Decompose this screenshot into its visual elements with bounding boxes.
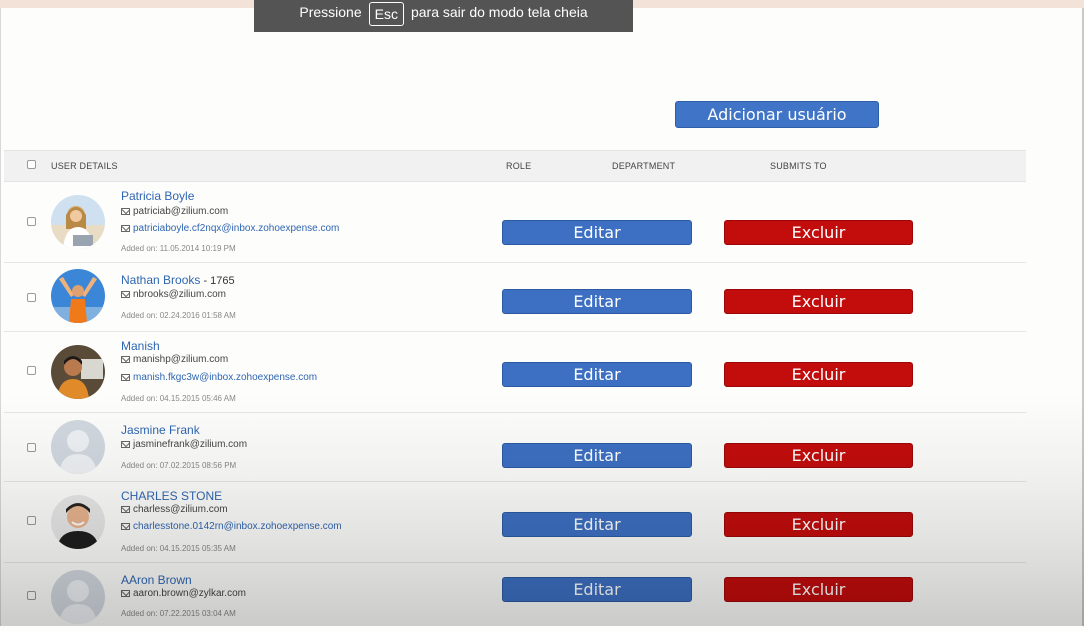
avatar xyxy=(51,495,105,549)
avatar xyxy=(51,570,105,624)
added-on: Added on: 04.15.2015 05:35 AM xyxy=(121,544,236,553)
envelope-icon xyxy=(121,506,130,513)
delete-button[interactable]: Excluir xyxy=(724,220,913,245)
added-on: Added on: 11.05.2014 10:19 PM xyxy=(121,244,236,253)
edit-button[interactable]: Editar xyxy=(502,220,692,245)
fullscreen-toast-prefix: Pressione xyxy=(299,4,362,20)
avatar xyxy=(51,195,105,249)
forward-email-link[interactable]: manish.fkgc3w@inbox.zohoexpense.com xyxy=(121,372,317,383)
user-email: jasminefrank@zilium.com xyxy=(121,439,247,450)
row-checkbox[interactable] xyxy=(27,443,36,452)
envelope-icon xyxy=(121,523,130,530)
user-name-link[interactable]: AAron Brown xyxy=(121,573,192,587)
user-email: manishp@zilium.com xyxy=(121,354,228,365)
added-on: Added on: 07.22.2015 03:04 AM xyxy=(121,609,236,618)
delete-button[interactable]: Excluir xyxy=(724,289,913,314)
envelope-icon xyxy=(121,225,130,232)
fullscreen-toast: Pressione Esc para sair do modo tela che… xyxy=(254,0,633,32)
edit-button[interactable]: Editar xyxy=(502,362,692,387)
avatar xyxy=(51,269,105,323)
table-row: AAron Brown aaron.brown@zylkar.com Added… xyxy=(4,563,1026,631)
column-role[interactable]: ROLE xyxy=(506,161,531,171)
user-email: patriciab@zilium.com xyxy=(121,206,228,217)
avatar xyxy=(51,420,105,474)
delete-button[interactable]: Excluir xyxy=(724,577,913,602)
user-email: charless@zilium.com xyxy=(121,504,228,515)
row-checkbox[interactable] xyxy=(27,516,36,525)
envelope-icon xyxy=(121,356,130,363)
row-checkbox[interactable] xyxy=(27,591,36,600)
row-checkbox[interactable] xyxy=(27,293,36,302)
user-email: aaron.brown@zylkar.com xyxy=(121,588,246,599)
user-name-link[interactable]: Nathan Brooks - 1765 xyxy=(121,273,235,287)
left-border xyxy=(0,8,1,626)
delete-button[interactable]: Excluir xyxy=(724,362,913,387)
edit-button[interactable]: Editar xyxy=(502,289,692,314)
table-row: Nathan Brooks - 1765 nbrooks@zilium.com … xyxy=(4,263,1026,332)
add-user-button[interactable]: Adicionar usuário xyxy=(675,101,879,128)
column-submits-to[interactable]: SUBMITS TO xyxy=(770,161,827,171)
row-checkbox[interactable] xyxy=(27,217,36,226)
envelope-icon xyxy=(121,441,130,448)
select-all-checkbox[interactable] xyxy=(27,160,36,169)
edit-button[interactable]: Editar xyxy=(502,512,692,537)
edit-button[interactable]: Editar xyxy=(502,443,692,468)
avatar xyxy=(51,345,105,399)
user-name-link[interactable]: Jasmine Frank xyxy=(121,423,200,437)
table-header: USER DETAILS ROLE DEPARTMENT SUBMITS TO xyxy=(4,150,1026,182)
table-row: Jasmine Frank jasminefrank@zilium.com Ad… xyxy=(4,413,1026,482)
delete-button[interactable]: Excluir xyxy=(724,443,913,468)
table-row: Manish manishp@zilium.com manish.fkgc3w@… xyxy=(4,332,1026,413)
edit-button[interactable]: Editar xyxy=(502,577,692,602)
user-email: nbrooks@zilium.com xyxy=(121,289,226,300)
envelope-icon xyxy=(121,208,130,215)
envelope-icon xyxy=(121,291,130,298)
table-row: Patricia Boyle patriciab@zilium.com patr… xyxy=(4,182,1026,263)
column-department[interactable]: DEPARTMENT xyxy=(612,161,675,171)
fullscreen-toast-suffix: para sair do modo tela cheia xyxy=(410,4,588,20)
forward-email-link[interactable]: charlesstone.0142rn@inbox.zohoexpense.co… xyxy=(121,521,342,532)
delete-button[interactable]: Excluir xyxy=(724,512,913,537)
forward-email-link[interactable]: patriciaboyle.cf2nqx@inbox.zohoexpense.c… xyxy=(121,223,339,234)
added-on: Added on: 07.02.2015 08:56 PM xyxy=(121,461,237,470)
esc-key-badge: Esc xyxy=(368,2,404,26)
envelope-icon xyxy=(121,590,130,597)
table-row: CHARLES STONE charless@zilium.com charle… xyxy=(4,482,1026,563)
column-user-details[interactable]: USER DETAILS xyxy=(51,161,118,171)
row-checkbox[interactable] xyxy=(27,366,36,375)
user-name-link[interactable]: Manish xyxy=(121,339,160,353)
user-name-link[interactable]: Patricia Boyle xyxy=(121,189,194,203)
envelope-icon xyxy=(121,374,130,381)
added-on: Added on: 04.15.2015 05:46 AM xyxy=(121,394,236,403)
added-on: Added on: 02.24.2016 01:58 AM xyxy=(121,311,236,320)
user-name-link[interactable]: CHARLES STONE xyxy=(121,489,222,503)
users-table: USER DETAILS ROLE DEPARTMENT SUBMITS TO … xyxy=(4,150,1026,631)
